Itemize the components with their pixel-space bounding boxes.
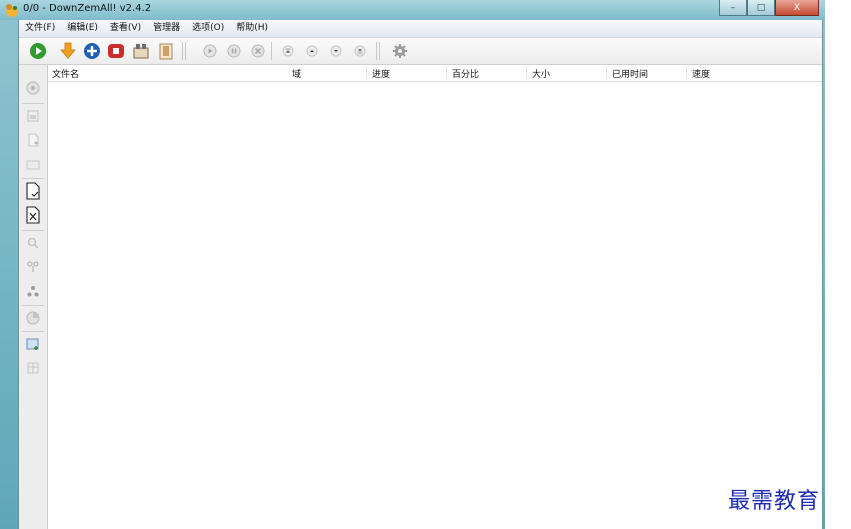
check-file-icon[interactable] <box>24 182 42 200</box>
sidebar-separator <box>22 230 44 231</box>
sidebar-separator <box>22 305 44 306</box>
file-icon[interactable] <box>24 131 42 149</box>
sidebar-separator <box>22 331 44 332</box>
toolbar-separator <box>185 42 186 60</box>
column-percent[interactable]: 百分比 <box>452 67 479 80</box>
add-icon[interactable] <box>83 42 101 60</box>
list-header: 文件名 域 进度 百分比 大小 已用时间 速度 <box>48 65 822 82</box>
menu-bar: 文件(F) 编辑(E) 查看(V) 管理器 选项(O) 帮助(H) <box>19 20 822 38</box>
remove-file-icon[interactable] <box>24 206 42 224</box>
toolbar-separator <box>182 42 183 60</box>
info-icon[interactable] <box>24 79 42 97</box>
move-down-icon[interactable] <box>327 42 345 60</box>
move-bottom-icon[interactable] <box>351 42 369 60</box>
tree-icon[interactable] <box>24 282 42 300</box>
menu-view[interactable]: 查看(V) <box>104 20 147 37</box>
column-domain[interactable]: 域 <box>292 67 301 80</box>
background-area <box>825 0 851 529</box>
maximize-button[interactable]: □ <box>747 0 775 16</box>
stop-icon[interactable] <box>107 42 125 60</box>
page-icon[interactable] <box>24 107 42 125</box>
start-icon[interactable] <box>29 42 47 60</box>
close-button[interactable]: X <box>775 0 819 16</box>
column-separator <box>366 67 367 79</box>
grid-icon[interactable] <box>24 359 42 377</box>
app-window: 0/0 - DownZemAll! v2.4.2 – □ X 文件(F) 编辑(… <box>0 0 825 529</box>
menu-options[interactable]: 选项(O) <box>186 20 230 37</box>
settings-icon[interactable] <box>391 42 409 60</box>
column-progress[interactable]: 进度 <box>372 67 390 80</box>
column-elapsed[interactable]: 已用时间 <box>612 67 648 80</box>
app-logo-icon <box>4 2 20 18</box>
window-controls: – □ X <box>719 0 819 16</box>
filter-icon[interactable] <box>24 258 42 276</box>
stats-icon[interactable] <box>24 309 42 327</box>
title-bar[interactable]: 0/0 - DownZemAll! v2.4.2 – □ X <box>0 0 825 20</box>
toolbar <box>19 38 822 65</box>
add-folder-icon[interactable] <box>24 335 42 353</box>
search-icon[interactable] <box>24 234 42 252</box>
column-separator <box>606 67 607 79</box>
toolbar-separator <box>379 42 380 60</box>
download-icon[interactable] <box>59 42 77 60</box>
move-up-icon[interactable] <box>303 42 321 60</box>
cancel-icon[interactable] <box>249 42 267 60</box>
column-separator <box>526 67 527 79</box>
client-area: 文件(F) 编辑(E) 查看(V) 管理器 选项(O) 帮助(H) 文件名 域 … <box>18 20 823 529</box>
column-filename[interactable]: 文件名 <box>52 67 79 80</box>
sidebar-separator <box>22 103 44 104</box>
watermark-text: 最需教育 <box>728 489 821 514</box>
menu-edit[interactable]: 编辑(E) <box>61 20 104 37</box>
clipboard-icon[interactable] <box>157 42 175 60</box>
folder-icon[interactable] <box>24 155 42 173</box>
list-rows[interactable] <box>48 82 822 529</box>
sidebar <box>19 65 48 529</box>
column-size[interactable]: 大小 <box>532 67 550 80</box>
toolbar-separator <box>271 42 272 60</box>
window-title: 0/0 - DownZemAll! v2.4.2 <box>23 3 152 14</box>
menu-manager[interactable]: 管理器 <box>147 20 186 37</box>
download-list[interactable]: 文件名 域 进度 百分比 大小 已用时间 速度 <box>48 65 822 529</box>
pause-icon[interactable] <box>225 42 243 60</box>
resume-icon[interactable] <box>201 42 219 60</box>
queue-icon[interactable] <box>132 42 150 60</box>
sidebar-separator <box>22 178 44 179</box>
column-separator <box>686 67 687 79</box>
minimize-button[interactable]: – <box>719 0 747 16</box>
menu-help[interactable]: 帮助(H) <box>230 20 274 37</box>
column-speed[interactable]: 速度 <box>692 67 710 80</box>
menu-file[interactable]: 文件(F) <box>19 20 61 37</box>
column-separator <box>446 67 447 79</box>
toolbar-separator <box>376 42 377 60</box>
move-top-icon[interactable] <box>279 42 297 60</box>
